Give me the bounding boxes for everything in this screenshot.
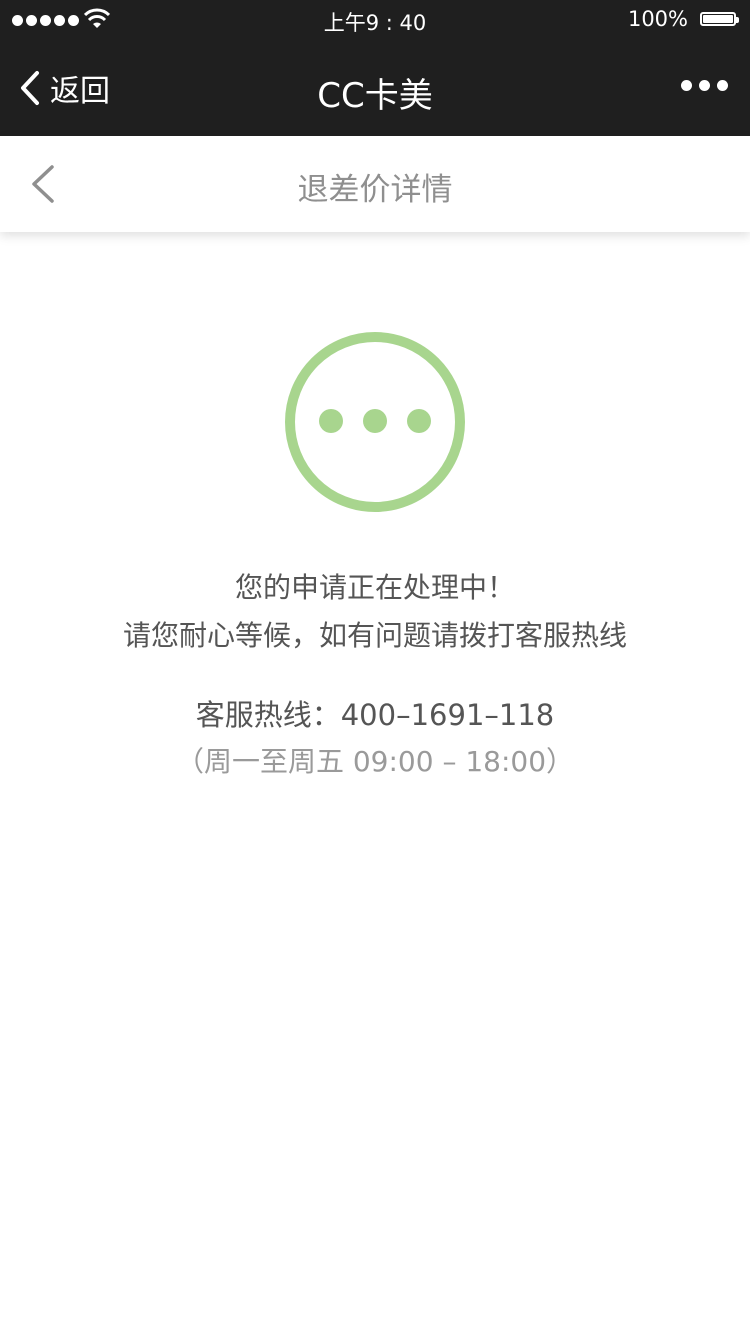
service-hours: （周一至周五 09:00 – 18:00） (175, 745, 575, 778)
processing-icon (285, 332, 465, 512)
nav-bar: 返回 CC卡美 (0, 40, 750, 136)
battery-icon (700, 12, 739, 26)
more-icon[interactable] (681, 80, 728, 91)
sub-title: 退差价详情 (297, 172, 453, 208)
battery-percent: 100% (627, 7, 688, 31)
sub-header: 退差价详情 (0, 136, 750, 232)
status-bar: 上午9 : 40 100% (0, 0, 750, 40)
hotline-text[interactable]: 客服热线：400–1691–118 (0, 692, 750, 734)
processing-message: 您的申请正在处理中！ (234, 571, 515, 604)
patience-message: 请您耐心等候，如有问题请拨打客服热线 (122, 619, 627, 652)
page-title: CC卡美 (317, 76, 433, 116)
